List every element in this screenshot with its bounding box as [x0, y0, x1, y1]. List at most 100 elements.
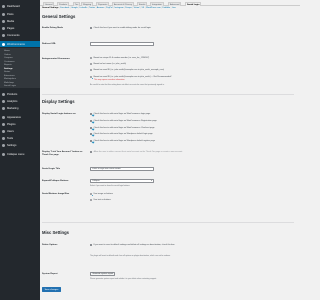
tab-products[interactable]: Products: [57, 1, 70, 6]
sidebar-item-settings[interactable]: Settings: [0, 142, 40, 148]
username-radio-2[interactable]: [90, 63, 93, 66]
misc-settings-title: Misc Settings: [42, 230, 69, 235]
settings-tab-bar: General Products Tax Shipping Payments A…: [40, 0, 300, 6]
plugin-icon: [2, 122, 5, 126]
collapse-icon: [2, 152, 5, 156]
display-buttons-label: Display Social Login buttons on:: [42, 113, 77, 115]
settings-icon: [2, 143, 5, 147]
redirect-url-input[interactable]: [90, 42, 154, 46]
sidebar-item-plugins[interactable]: Plugins: [0, 121, 40, 127]
link-account-checkbox[interactable]: [90, 151, 93, 154]
tab-tax[interactable]: Tax: [73, 1, 81, 6]
tab-shipping[interactable]: Shipping: [81, 1, 94, 6]
tab-emails[interactable]: Emails: [137, 1, 148, 6]
display-option-wp-login[interactable]: Check this box to add social login on Wo…: [90, 133, 153, 136]
sidebar-item-dashboard[interactable]: Dashboard: [0, 3, 40, 9]
products-icon: [2, 92, 5, 96]
display-login-checkbox[interactable]: [90, 113, 93, 116]
display-option-checkout[interactable]: Check this box to add social login on Wo…: [90, 127, 154, 130]
subnav-line[interactable]: Line: [172, 7, 176, 9]
display-settings-title: Display Settings: [42, 99, 75, 104]
tab-integration[interactable]: Integration: [150, 1, 164, 6]
sidebar-item-users[interactable]: Users: [0, 128, 40, 134]
display-wp-login-checkbox[interactable]: [90, 133, 93, 136]
users-icon: [2, 129, 5, 133]
generate-report-button[interactable]: Generate system report: [90, 272, 116, 276]
system-report-desc: Please generate system report and includ…: [90, 278, 157, 280]
woocommerce-icon: [2, 42, 5, 46]
tab-general[interactable]: General: [43, 1, 55, 6]
sidebar-item-appearance[interactable]: Appearance: [0, 114, 40, 120]
expand-collapse-label: Expand/Collapse Buttons: [42, 180, 69, 182]
subnav-general-settings[interactable]: General Settings: [42, 7, 59, 9]
subnav-instagram[interactable]: Instagram: [114, 7, 123, 9]
username-radio-4[interactable]: [90, 76, 93, 79]
megaphone-icon: [2, 106, 5, 110]
display-option-register[interactable]: Check this box to add social login on Wo…: [90, 120, 157, 123]
tab-payments[interactable]: Payments: [96, 1, 110, 6]
subnav-paypal[interactable]: PayPal: [106, 7, 113, 9]
subnav-facebook[interactable]: Facebook: [60, 7, 69, 9]
sidebar-item-comments[interactable]: Comments: [0, 32, 40, 38]
display-wp-register-checkbox[interactable]: [90, 140, 93, 143]
link-account-label: Display "Link Your Account" button on Th…: [42, 151, 83, 156]
subnav-wordpress-com[interactable]: WordPress.com: [146, 7, 161, 9]
tab-social-login[interactable]: Social Login: [185, 1, 202, 6]
sidebar-item-marketing[interactable]: Marketing: [0, 105, 40, 111]
dashboard-icon: [2, 4, 5, 8]
username-option-3[interactable]: Based on email ID (i.e. john.smith@examp…: [90, 69, 164, 72]
delete-options-label: Delete Options: [42, 244, 58, 246]
buttons-image-option-1[interactable]: Use image as buttons: [90, 193, 113, 196]
username-option-1[interactable]: Based on unique ID & random number (i.e.…: [90, 57, 149, 60]
sidebar-item-posts[interactable]: Posts: [0, 11, 40, 17]
expand-collapse-desc: Select if you want to show the social lo…: [90, 185, 131, 187]
tab-accounts-privacy[interactable]: Accounts & Privacy: [112, 1, 134, 6]
delete-options-option[interactable]: If you want to reset to default settings…: [90, 244, 175, 247]
tools-icon: [2, 136, 5, 140]
sidebar-item-analytics[interactable]: Analytics: [0, 98, 40, 104]
enable-debug-option[interactable]: Check this box if you want to enable deb…: [90, 27, 151, 30]
comment-icon: [2, 33, 5, 37]
buttons-image-option-2[interactable]: Use text as buttons: [90, 199, 111, 202]
display-option-login[interactable]: Check this box to add social login on Wo…: [90, 113, 150, 116]
display-checkout-checkbox[interactable]: [90, 127, 93, 130]
admin-sidebar: Dashboard Posts Media Pages Comments Woo…: [0, 0, 40, 300]
delete-options-checkbox[interactable]: [90, 244, 93, 247]
enable-debug-checkbox[interactable]: [90, 27, 93, 30]
username-note: Be careful to note that this setting doe…: [90, 84, 165, 86]
subnav-google[interactable]: Google: [71, 7, 78, 9]
expand-collapse-select[interactable]: Collapse ▾: [90, 179, 154, 183]
link-account-option[interactable]: Allow the user to either connect their s…: [90, 151, 183, 154]
sidebar-item-tools[interactable]: Tools: [0, 135, 40, 141]
buttons-image-radio-1[interactable]: [90, 193, 93, 196]
sidebar-item-products[interactable]: Products: [0, 91, 40, 97]
social-login-subnav: General Settings | Facebook | Google | L…: [42, 7, 176, 9]
save-changes-button[interactable]: Save changes: [42, 287, 62, 292]
social-login-title-label: Social Login Title: [42, 168, 61, 170]
sidebar-item-collapse[interactable]: Collapse menu: [0, 151, 40, 157]
username-warning: This may expose sensitive information.: [94, 79, 125, 81]
sidebar-item-pages[interactable]: Pages: [0, 25, 40, 31]
page-icon: [2, 26, 5, 30]
delete-options-desc: The plugin will reset to defaults and cl…: [90, 255, 171, 257]
display-register-checkbox[interactable]: [90, 120, 93, 123]
redirect-url-label: Redirect URL: [42, 43, 56, 45]
analytics-icon: [2, 99, 5, 103]
media-icon: [2, 19, 5, 23]
sidebar-item-media[interactable]: Media: [0, 18, 40, 24]
buttons-image-label: Social Buttons Image/Size: [42, 193, 70, 195]
sidebar-item-woocommerce[interactable]: WooCommerce: [0, 41, 40, 47]
username-radio-3[interactable]: [90, 69, 93, 72]
subnav-dribbble[interactable]: Dribbble: [162, 7, 170, 9]
submenu-item-social-login[interactable]: Social Login: [0, 85, 40, 89]
social-login-title-input[interactable]: Prefer to login with Social Media: [90, 167, 154, 171]
username-option-2[interactable]: Based on last name (i.e. john_smith): [90, 63, 126, 66]
tab-advanced[interactable]: Advanced: [168, 1, 182, 6]
enable-debug-label: Enable Debug Mode: [42, 27, 63, 29]
brush-icon: [2, 115, 5, 119]
username-radio-1[interactable]: [90, 57, 93, 60]
general-settings-title: General Settings: [42, 14, 76, 19]
buttons-image-radio-2[interactable]: [90, 199, 93, 202]
system-report-label: System Report: [42, 273, 58, 275]
display-option-wp-register[interactable]: Check this box to add social login on Wo…: [90, 140, 155, 143]
